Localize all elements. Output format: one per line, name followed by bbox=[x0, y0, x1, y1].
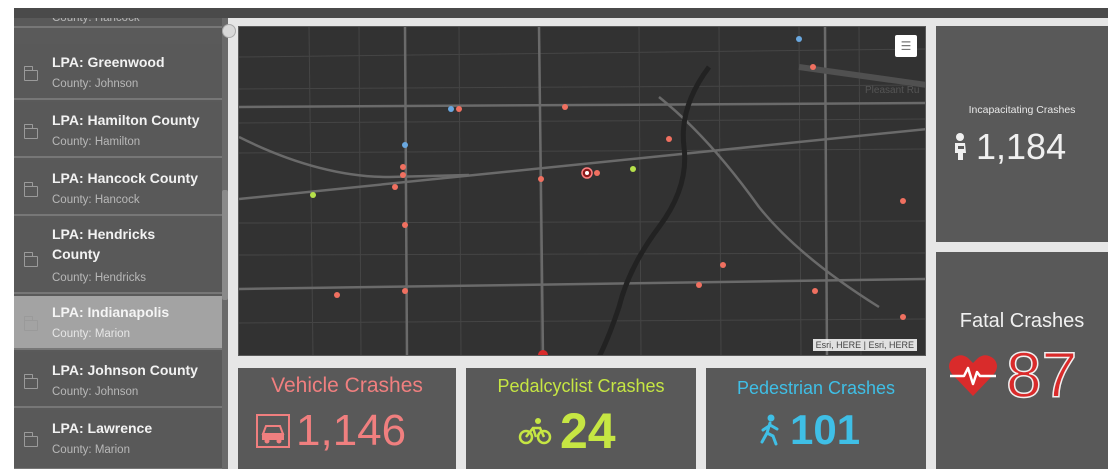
fatal-crashes-tile: Fatal Crashes 87 bbox=[936, 252, 1108, 469]
folder-icon bbox=[23, 66, 38, 81]
panel-resize-handle[interactable] bbox=[222, 24, 236, 38]
header-stripe bbox=[14, 8, 1108, 18]
list-item[interactable]: LPA: Hendricks County County: Hendricks bbox=[14, 218, 228, 294]
injured-person-icon bbox=[955, 133, 966, 160]
list-item-title: LPA: Greenwood bbox=[52, 54, 165, 70]
incapacitating-crashes-tile: Incapacitating Crashes 1,184 bbox=[936, 26, 1108, 242]
map-canvas bbox=[239, 27, 925, 355]
street-label: Pleasant Ru bbox=[865, 85, 920, 96]
folder-icon bbox=[23, 182, 38, 197]
list-item-county: County: Johnson bbox=[52, 78, 139, 90]
list-item-title: LPA: Lawrence bbox=[52, 420, 153, 436]
incapacitating-crashes-value: 1,184 bbox=[976, 126, 1067, 167]
car-icon bbox=[256, 414, 290, 448]
list-item-county: County: Marion bbox=[52, 328, 130, 340]
bicycle-icon bbox=[518, 418, 552, 445]
map-attribution[interactable]: Esri, HERE | Esri, HERE bbox=[812, 339, 917, 351]
list-item-county: County: Hendricks bbox=[52, 272, 146, 284]
list-item-title: LPA: Hancock County bbox=[52, 170, 198, 186]
lpa-list: County: Hancock LPA: Greenwood County: J… bbox=[14, 18, 228, 469]
folder-icon bbox=[23, 252, 38, 267]
dashboard-root: County: Hancock LPA: Greenwood County: J… bbox=[0, 0, 1108, 469]
list-item-county: County: Hamilton bbox=[52, 136, 141, 148]
list-item-county: County: Marion bbox=[52, 444, 130, 456]
pedestrian-crashes-tile: Pedestrian Crashes 101 bbox=[706, 368, 926, 469]
legend-button[interactable]: ☰ bbox=[895, 35, 917, 57]
list-icon: ☰ bbox=[900, 39, 912, 53]
folder-icon bbox=[23, 124, 38, 139]
folder-icon bbox=[23, 316, 38, 331]
vehicle-crashes-value: 1,146 bbox=[296, 406, 407, 455]
crash-points bbox=[310, 36, 906, 355]
list-item[interactable]: LPA: Greenwood County: Johnson bbox=[14, 44, 228, 100]
crash-map[interactable]: Pleasant Ru ☰ Esri, HERE | Esri, HERE bbox=[238, 26, 926, 356]
list-item-title: LPA: Hendricks County bbox=[52, 226, 156, 262]
pedalcyclist-crashes-label: Pedalcyclist Crashes bbox=[497, 376, 665, 396]
list-item[interactable]: LPA: Hancock County County: Hancock bbox=[14, 160, 228, 216]
list-item-county: County: Hancock bbox=[52, 194, 140, 206]
fatal-crashes-value: 87 bbox=[1005, 338, 1078, 412]
list-item-selected[interactable]: LPA: Indianapolis County: Marion bbox=[14, 296, 228, 350]
fatal-crashes-label: Fatal Crashes bbox=[959, 310, 1085, 332]
pedalcyclist-crashes-tile: Pedalcyclist Crashes 24 bbox=[466, 368, 696, 469]
heartbeat-icon bbox=[949, 355, 997, 396]
vehicle-crashes-tile: Vehicle Crashes 1,146 bbox=[238, 368, 456, 469]
list-item[interactable]: LPA: Lawrence County: Marion bbox=[14, 410, 228, 469]
folder-icon bbox=[23, 374, 38, 389]
list-item-county: County: Johnson bbox=[52, 386, 139, 398]
incapacitating-crashes-label: Incapacitating Crashes bbox=[968, 104, 1076, 116]
list-item[interactable]: LPA: Hamilton County County: Hamilton bbox=[14, 102, 228, 158]
pedestrian-crashes-label: Pedestrian Crashes bbox=[736, 378, 896, 398]
list-item-title: LPA: Johnson County bbox=[52, 362, 198, 378]
top-bar bbox=[0, 0, 1108, 8]
list-item[interactable]: LPA: Johnson County County: Johnson bbox=[14, 352, 228, 408]
pedestrian-crashes-value: 101 bbox=[790, 406, 861, 453]
folder-icon bbox=[23, 432, 38, 447]
sidebar-scroll-thumb[interactable] bbox=[222, 190, 228, 300]
vehicle-crashes-label: Vehicle Crashes bbox=[271, 374, 423, 397]
list-item-title: LPA: Indianapolis bbox=[52, 304, 170, 320]
list-item-county: County: Hancock bbox=[52, 18, 140, 24]
pedalcyclist-crashes-value: 24 bbox=[560, 403, 616, 459]
walking-person-icon bbox=[760, 414, 779, 446]
list-item-title: LPA: Hamilton County bbox=[52, 112, 200, 128]
list-item[interactable]: County: Hancock bbox=[14, 18, 228, 28]
